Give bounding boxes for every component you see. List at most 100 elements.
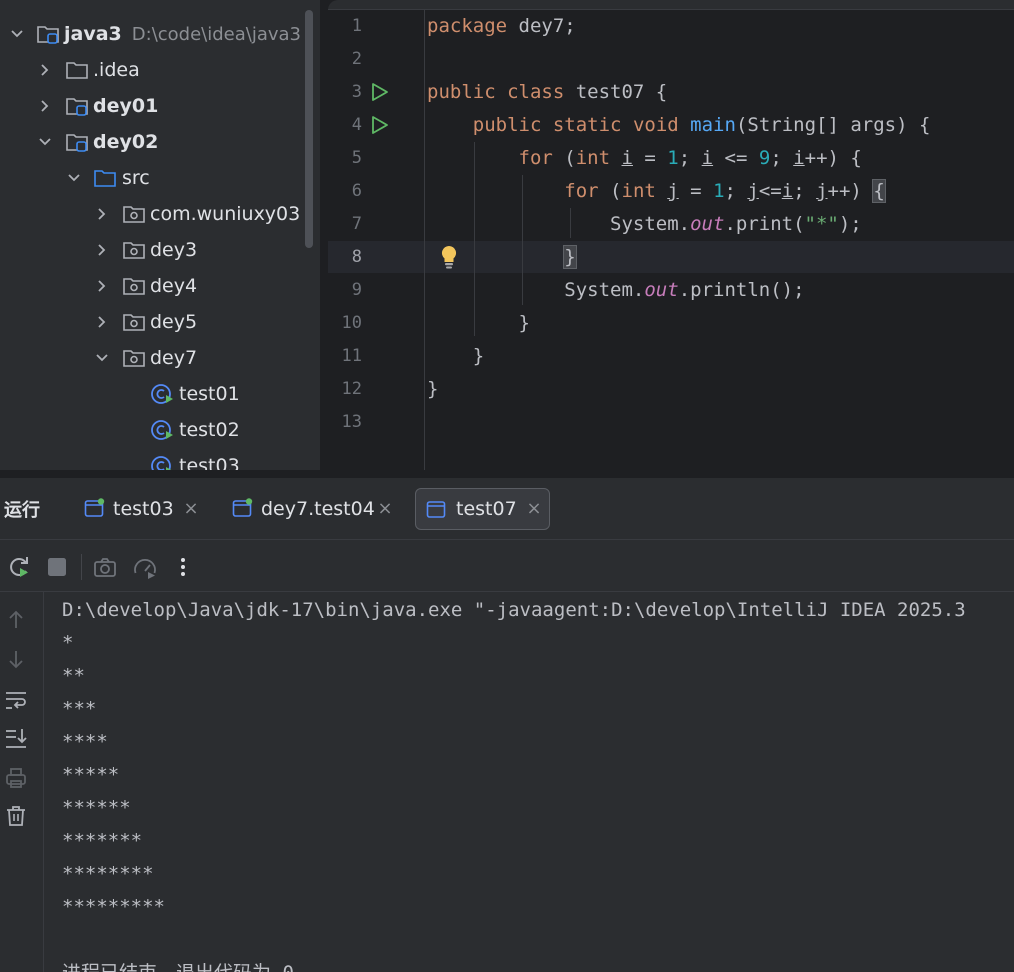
tree-item-dey01[interactable]: dey01 (0, 88, 300, 124)
console-output[interactable]: D:\develop\Java\jdk-17\bin\java.exe "-ja… (62, 592, 1014, 972)
chevron-down-icon[interactable] (35, 132, 55, 152)
run-tab-test03[interactable]: test03 × (78, 488, 208, 530)
module-folder-icon (65, 95, 89, 117)
tree-item-com-wuniuxy03[interactable]: com.wuniuxy03 (0, 196, 300, 232)
run-tab-test07[interactable]: test07 × (415, 488, 550, 530)
code-line-1: package dey7; (427, 15, 576, 37)
console-line: ***** (62, 764, 120, 786)
code-line-9: System.out.println(); (564, 279, 805, 301)
chevron-right-icon[interactable] (92, 312, 112, 332)
tree-item-dey5[interactable]: dey5 (0, 304, 300, 340)
chevron-right-icon[interactable] (35, 96, 55, 116)
more-options-icon[interactable] (170, 554, 196, 580)
tab-label: test07 (456, 498, 517, 520)
chevron-right-icon[interactable] (92, 240, 112, 260)
tree-scrollbar[interactable] (305, 10, 313, 248)
line-number: 8 (351, 247, 362, 267)
folder-icon (65, 59, 89, 81)
tree-item-test01[interactable]: test01 (0, 376, 300, 412)
code-line-11: } (472, 345, 485, 367)
editor-gutter: 1 2 3 4 5 6 7 8 9 10 11 12 13 (328, 10, 424, 470)
runnable-class-icon (150, 383, 174, 405)
camera-icon[interactable] (92, 554, 118, 580)
console-line: * (62, 632, 74, 654)
line-number: 7 (351, 214, 362, 234)
matched-brace: } (563, 245, 577, 269)
tree-item-java3[interactable]: java3 D:\code\idea\java3 (0, 16, 301, 52)
close-icon[interactable]: × (525, 500, 543, 518)
tree-item-dey7[interactable]: dey7 (0, 340, 300, 376)
chevron-down-icon[interactable] (64, 168, 84, 188)
code-line-6: for (int j = 1; j<=i; j++) { (564, 179, 886, 203)
gutter-border (424, 10, 425, 470)
tree-item-label: dey7 (150, 347, 198, 369)
soft-wrap-icon[interactable] (4, 688, 28, 712)
chevron-right-icon[interactable] (35, 60, 55, 80)
tree-item-label: test02 (179, 419, 240, 441)
console-line: **** (62, 731, 108, 753)
console-line: ** (62, 665, 85, 687)
tree-item-dey3[interactable]: dey3 (0, 232, 300, 268)
tree-item-src[interactable]: src (0, 160, 300, 196)
package-icon (122, 347, 146, 369)
vertical-splitter[interactable] (320, 0, 328, 470)
chevron-right-icon[interactable] (92, 276, 112, 296)
run-tab-dey7-test04[interactable]: dey7.test04 × (226, 488, 402, 530)
line-number: 4 (351, 115, 362, 135)
code-editor[interactable]: 1 2 3 4 5 6 7 8 9 10 11 12 13 package de… (328, 0, 1014, 470)
run-config-icon (426, 499, 448, 519)
trash-icon[interactable] (4, 804, 28, 828)
chevron-down-icon[interactable] (7, 24, 27, 44)
run-toolbar (0, 540, 1014, 592)
line-number: 9 (351, 280, 362, 300)
module-path: D:\code\idea\java3 (131, 24, 301, 45)
run-tab-bar: 运行 test03 × dey7.test04 × test07 × (0, 478, 1014, 540)
tree-item-label: dey4 (150, 275, 198, 297)
tree-item-test02[interactable]: test02 (0, 412, 300, 448)
scroll-to-end-icon[interactable] (4, 726, 28, 750)
editor-tab-strip (328, 0, 1014, 10)
rerun-icon[interactable] (6, 554, 32, 580)
print-icon[interactable] (4, 766, 28, 790)
horizontal-splitter[interactable] (0, 470, 1014, 478)
tree-item-label: test03 (179, 455, 240, 470)
tab-label: dey7.test04 (261, 498, 375, 520)
tree-item-idea[interactable]: .idea (0, 52, 300, 88)
tree-item-label: java3 D:\code\idea\java3 (64, 23, 301, 45)
tree-item-label: dey5 (150, 311, 198, 333)
run-tool-window: 运行 test03 × dey7.test04 × test07 × D:\de… (0, 478, 1014, 972)
line-number: 10 (341, 313, 362, 333)
stop-icon[interactable] (44, 554, 70, 580)
tree-item-label: dey3 (150, 239, 198, 261)
tab-label: test03 (113, 498, 174, 520)
console-line: 进程已结束，退出代码为 0 (62, 957, 294, 972)
package-icon (122, 275, 146, 297)
code-line-5: for (int i = 1; i <= 9; i++) { (518, 147, 862, 169)
arrow-down-icon[interactable] (4, 647, 28, 671)
console-line: ******** (62, 863, 154, 885)
line-number: 11 (341, 346, 362, 366)
line-number: 3 (351, 82, 362, 102)
tree-item-label: dey01 (93, 95, 159, 117)
tree-item-label: dey02 (93, 131, 159, 153)
runnable-class-icon (150, 455, 174, 470)
chevron-right-icon[interactable] (92, 204, 112, 224)
console-line: ****** (62, 797, 131, 819)
line-number: 5 (351, 148, 362, 168)
code-line-3: public class test07 { (427, 81, 668, 103)
run-config-icon (232, 498, 254, 518)
tree-item-test03[interactable]: test03 (0, 448, 300, 470)
run-class-gutter-icon[interactable] (368, 81, 390, 103)
tree-item-dey4[interactable]: dey4 (0, 268, 300, 304)
arrow-up-icon[interactable] (4, 608, 28, 632)
package-icon (122, 311, 146, 333)
code-line-8: } (427, 241, 577, 274)
close-icon[interactable]: × (376, 500, 394, 518)
profiler-gauge-icon[interactable] (132, 554, 158, 580)
close-icon[interactable]: × (182, 500, 200, 518)
tree-item-dey02[interactable]: dey02 (0, 124, 300, 160)
chevron-down-icon[interactable] (92, 348, 112, 368)
run-main-gutter-icon[interactable] (368, 114, 390, 136)
module-folder-icon (65, 131, 89, 153)
code-line-7: System.out.print("*"); (610, 213, 862, 235)
